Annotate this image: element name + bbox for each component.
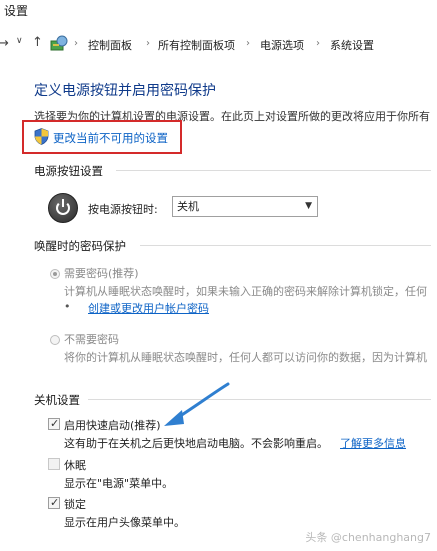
lock-label: 锁定 <box>64 498 86 511</box>
section-divider <box>88 399 431 400</box>
forward-button[interactable]: → <box>0 36 9 51</box>
breadcrumb-system-settings[interactable]: 系统设置 <box>330 37 374 53</box>
hibernate-checkbox[interactable] <box>48 458 60 470</box>
breadcrumb-separator: › <box>146 38 150 49</box>
breadcrumb-separator: › <box>246 38 250 49</box>
power-icon <box>48 193 78 223</box>
breadcrumb-power-options[interactable]: 电源选项 <box>260 37 304 53</box>
up-button[interactable]: ↑ <box>32 35 43 50</box>
chevron-down-icon: ▼ <box>305 201 312 211</box>
power-button-action-select[interactable]: 关机 ▼ <box>172 196 318 217</box>
no-password-radio[interactable] <box>50 335 60 345</box>
require-password-label: 需要密码(推荐) <box>64 267 139 280</box>
section-divider <box>116 170 431 171</box>
fast-startup-description: 这有助于在关机之后更快地启动电脑。不会影响重启。 <box>64 437 328 450</box>
no-password-description: 将你的计算机从睡眠状态唤醒时，任何人都可以访问你的数据，因为计算机 <box>64 351 427 364</box>
uac-shield-icon <box>34 128 49 145</box>
section-divider <box>140 245 431 246</box>
breadcrumb-control-panel[interactable]: 控制面板 <box>88 37 132 53</box>
require-password-radio[interactable] <box>50 269 60 279</box>
bullet: • <box>64 300 71 313</box>
require-password-description: 计算机从睡眠状态唤醒时，如果未输入正确的密码来解除计算机锁定，任何 <box>64 285 427 298</box>
window-title: 设置 <box>4 4 29 18</box>
section-title-power-button: 电源按钮设置 <box>34 164 103 178</box>
breadcrumb-separator: › <box>74 38 78 49</box>
lock-description: 显示在用户头像菜单中。 <box>64 516 185 529</box>
power-button-label: 按电源按钮时: <box>88 203 158 216</box>
hibernate-description: 显示在"电源"菜单中。 <box>64 477 174 490</box>
learn-more-link[interactable]: 了解更多信息 <box>340 435 406 451</box>
no-password-label: 不需要密码 <box>64 333 119 346</box>
address-bar: → ∨ ↑ › 控制面板 › 所有控制面板项 › 电源选项 › 系统设置 <box>0 30 437 58</box>
section-title-shutdown: 关机设置 <box>34 393 80 407</box>
breadcrumb-separator: › <box>316 38 320 49</box>
control-panel-icon <box>50 35 68 51</box>
breadcrumb-all-items[interactable]: 所有控制面板项 <box>158 37 235 53</box>
page-title: 定义电源按钮并启用密码保护 <box>34 83 216 99</box>
section-title-wake-password: 唤醒时的密码保护 <box>34 239 126 253</box>
annotation-arrow-icon <box>164 382 230 426</box>
power-button-action-value: 关机 <box>177 200 199 213</box>
create-change-password-link[interactable]: 创建或更改用户帐户密码 <box>88 300 209 316</box>
fast-startup-checkbox[interactable] <box>48 417 60 430</box>
change-unavailable-settings-link[interactable]: 更改当前不可用的设置 <box>53 130 168 146</box>
hibernate-label: 休眠 <box>64 459 86 472</box>
lock-checkbox[interactable] <box>48 496 60 509</box>
fast-startup-label: 启用快速启动(推荐) <box>64 419 161 432</box>
watermark: 头条 @chenhanghang7 <box>305 531 431 544</box>
recent-locations-dropdown[interactable]: ∨ <box>16 36 23 46</box>
